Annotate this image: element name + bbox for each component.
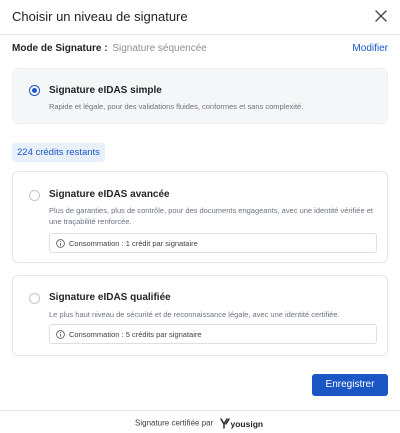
signature-mode-label: Mode de Signature : (12, 43, 108, 54)
option-description: Plus de garanties, plus de contrôle, pou… (49, 206, 373, 226)
yousign-logo: yousign (219, 418, 264, 429)
credits-remaining-badge: 224 crédits restants (12, 143, 105, 162)
dialog-header: Choisir un niveau de signature (0, 0, 400, 35)
signature-mode-row: Mode de Signature : Signature séquencée … (12, 43, 388, 59)
info-icon (56, 330, 65, 339)
radio-simple[interactable] (29, 85, 40, 96)
consumption-info: Consommation : 5 crédits par signataire (49, 324, 377, 344)
modify-mode-link[interactable]: Modifier (352, 43, 388, 54)
option-title: Signature eIDAS qualifiée (49, 292, 171, 303)
consumption-text: Consommation : 1 crédit par signataire (69, 239, 198, 248)
info-icon (56, 239, 65, 248)
yousign-wordmark: yousign (230, 418, 264, 429)
option-card-advanced[interactable]: Signature eIDAS avancée Plus de garantie… (12, 171, 388, 263)
option-description: Rapide et légale, pour des validations f… (49, 102, 304, 111)
signature-level-dialog: Choisir un niveau de signature Mode de S… (0, 0, 400, 433)
option-description: Le plus haut niveau de sécurité et de re… (49, 310, 340, 319)
option-title: Signature eIDAS simple (49, 85, 162, 96)
option-card-qualified[interactable]: Signature eIDAS qualifiée Le plus haut n… (12, 275, 388, 356)
signature-mode-value: Signature séquencée (112, 43, 207, 54)
dialog-title: Choisir un niveau de signature (12, 9, 188, 24)
yousign-mark-icon (219, 418, 230, 429)
radio-advanced[interactable] (29, 190, 40, 201)
consumption-info: Consommation : 1 crédit par signataire (49, 233, 377, 253)
option-card-simple[interactable]: Signature eIDAS simple Rapide et légale,… (12, 68, 388, 124)
consumption-text: Consommation : 5 crédits par signataire (69, 330, 202, 339)
option-title: Signature eIDAS avancée (49, 189, 170, 200)
radio-qualified[interactable] (29, 293, 40, 304)
dialog-footer: Signature certifiée par yousign (0, 410, 400, 433)
save-button[interactable]: Enregistrer (312, 374, 388, 396)
certification-text: Signature certifiée par (135, 418, 214, 428)
certification-note: Signature certifiée par yousign (135, 418, 263, 429)
close-icon[interactable] (374, 9, 388, 23)
